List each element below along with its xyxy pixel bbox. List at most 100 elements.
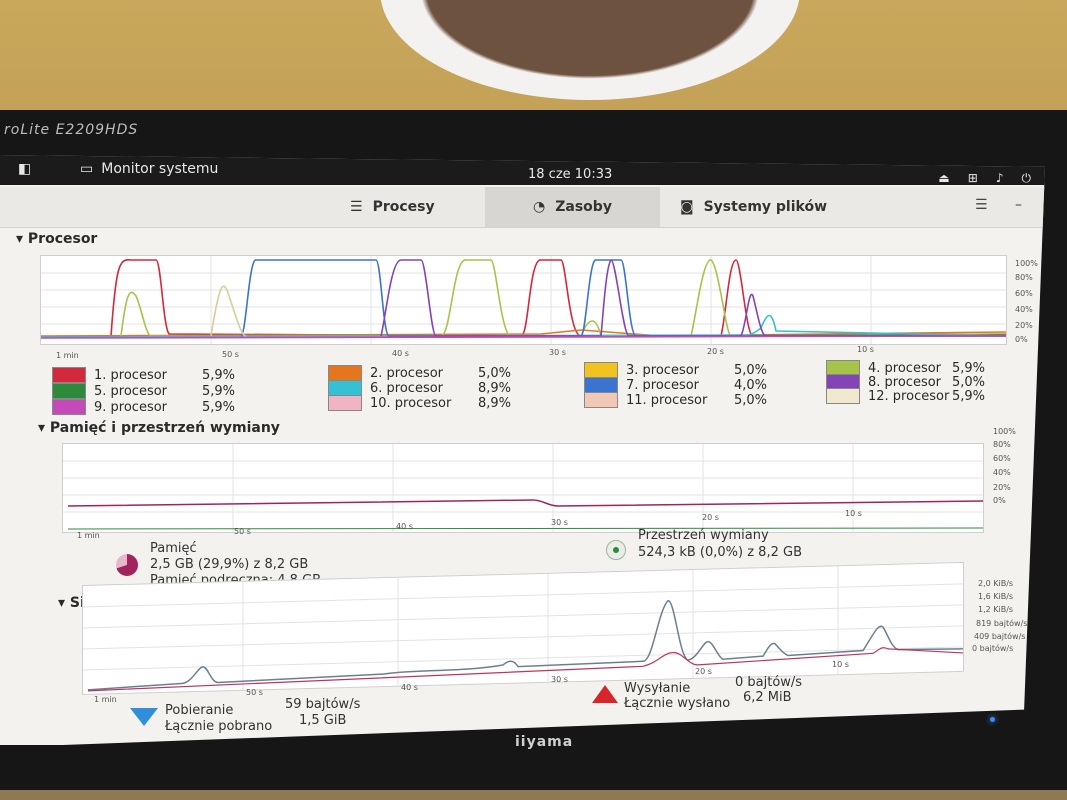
y-tick-label: 0% <box>1015 335 1028 344</box>
y-tick-label: 80% <box>993 440 1011 449</box>
app-title: Monitor systemu <box>101 161 219 177</box>
memory-label: Pamięć <box>150 541 197 556</box>
legend-value: 5,9% <box>952 360 986 376</box>
upload-rate: 0 bajtów/s <box>735 675 803 690</box>
legend-value: 5,0% <box>952 374 986 390</box>
tab-bar: ☰ Procesy ◔ Zasoby ◙ Systemy plików ☰ – … <box>0 187 1045 228</box>
legend-cpu-11[interactable]: 11. procesor 5,0% <box>584 392 767 408</box>
legend-cpu-1[interactable]: 1. procesor 5,9% <box>52 367 235 383</box>
swap-pie-icon[interactable] <box>606 540 626 560</box>
cpu-section-header[interactable]: ▾ Procesor <box>16 231 97 247</box>
x-tick-label: 1 min <box>56 351 79 360</box>
legend-cpu-2[interactable]: 2. procesor 5,0% <box>328 365 511 381</box>
cpu-core-4-line <box>120 259 1007 337</box>
y-tick-label: 0 bajtów/s <box>972 644 1014 653</box>
app-menu[interactable]: ▭ Monitor systemu <box>80 161 218 177</box>
y-tick-label: 1,2 KiB/s <box>978 605 1014 614</box>
x-tick-label: 50 s <box>222 350 239 359</box>
color-swatch[interactable] <box>328 365 362 381</box>
system-tray[interactable]: ⏏ ⊞ ♪ ⏻ <box>938 171 1031 186</box>
legend-label: 9. procesor <box>94 399 168 415</box>
minimize-button[interactable]: – <box>1015 197 1022 213</box>
network-icon[interactable]: ⊞ <box>968 171 978 186</box>
upload-arrow-icon[interactable] <box>592 685 618 703</box>
x-tick-label: 20 s <box>707 347 724 356</box>
cpu-core-1-line <box>110 258 1007 337</box>
legend-cpu-7[interactable]: 7. procesor 4,0% <box>584 377 767 393</box>
color-swatch[interactable] <box>584 392 618 408</box>
list-icon: ☰ <box>350 199 363 215</box>
download-line <box>87 599 964 691</box>
y-tick-label: 80% <box>1015 273 1033 282</box>
network-graph <box>82 561 964 695</box>
ring-light <box>380 0 800 100</box>
memory-title: Pamięć i przestrzeń wymiany <box>49 420 280 436</box>
y-tick-label: 20% <box>993 483 1011 492</box>
clock[interactable]: 18 cze 10:33 <box>528 167 612 182</box>
activities-icon[interactable]: ◧ <box>18 161 31 177</box>
color-swatch[interactable] <box>328 380 362 396</box>
y-tick-label: 0% <box>993 496 1006 505</box>
upload-label: Wysyłanie <box>624 681 691 696</box>
x-tick-label: 40 s <box>396 522 413 531</box>
cpu-core-12-line <box>210 285 247 337</box>
network-graph-svg <box>83 566 964 692</box>
download-values: 59 bajtów/s 1,5 GiB <box>285 697 360 729</box>
legend-value: 5,9% <box>202 383 236 399</box>
upload-total: 6,2 MiB <box>743 690 792 705</box>
swap-value: 524,3 kB (0,0%) z 8,2 GB <box>638 545 802 560</box>
power-icon[interactable]: ⏻ <box>1022 171 1032 186</box>
legend-cpu-12[interactable]: 12. procesor 5,9% <box>826 388 985 404</box>
y-tick-label: 409 bajtów/s <box>974 632 1026 641</box>
legend-value: 5,0% <box>478 365 512 381</box>
y-tick-label: 2,0 KiB/s <box>978 579 1014 588</box>
legend-value: 8,9% <box>478 395 512 411</box>
legend-label: 7. procesor <box>626 377 700 393</box>
tab-resources[interactable]: ◔ Zasoby <box>485 187 660 227</box>
color-swatch[interactable] <box>584 362 618 378</box>
download-label: Pobieranie <box>165 703 234 718</box>
memory-value: 2,5 GB (29,9%) z 8,2 GB <box>150 557 309 572</box>
memory-section-header[interactable]: ▾ Pamięć i przestrzeń wymiany <box>38 420 280 436</box>
disk-icon: ◙ <box>680 199 694 215</box>
collapse-triangle-icon: ▾ <box>58 595 66 611</box>
x-tick-label: 20 s <box>695 667 712 676</box>
y-tick-label: 100% <box>1015 259 1038 268</box>
legend-value: 5,0% <box>734 362 768 378</box>
tab-filesystems[interactable]: ◙ Systemy plików <box>680 187 860 227</box>
tab-processes[interactable]: ☰ Procesy <box>350 187 480 227</box>
x-tick-label: 10 s <box>832 660 849 669</box>
download-arrow-icon[interactable] <box>130 708 158 726</box>
collapse-triangle-icon: ▾ <box>16 231 24 247</box>
memory-pie-icon[interactable] <box>116 554 138 576</box>
legend-value: 4,0% <box>734 377 768 393</box>
x-tick-label: 40 s <box>392 349 409 358</box>
cpu-core-7-line <box>240 259 1006 337</box>
y-tick-label: 1,6 KiB/s <box>978 592 1014 601</box>
y-tick-label: 819 bajtów/s <box>976 619 1028 628</box>
color-swatch[interactable] <box>328 395 362 411</box>
legend-cpu-10[interactable]: 10. procesor 8,9% <box>328 395 511 411</box>
color-swatch[interactable] <box>826 388 860 404</box>
legend-label: 1. procesor <box>94 367 168 383</box>
color-swatch[interactable] <box>52 399 86 415</box>
legend-cpu-3[interactable]: 3. procesor 5,0% <box>584 362 767 378</box>
screen: ◧ ▭ Monitor systemu 18 cze 10:33 ⏏ ⊞ ♪ ⏻… <box>0 155 1045 745</box>
volume-icon[interactable]: ♪ <box>996 171 1004 186</box>
y-tick-label: 40% <box>993 468 1011 477</box>
legend-cpu-6[interactable]: 6. procesor 8,9% <box>328 380 511 396</box>
eject-icon[interactable]: ⏏ <box>938 171 949 186</box>
download-total-label: Łącznie pobrano <box>165 719 273 734</box>
color-swatch[interactable] <box>584 377 618 393</box>
legend-cpu-9[interactable]: 9. procesor 5,9% <box>52 399 235 415</box>
memory-graph <box>62 443 984 533</box>
color-swatch[interactable] <box>52 383 86 399</box>
cpu-graph-svg <box>40 256 1007 344</box>
legend-value: 5,9% <box>202 399 236 415</box>
menu-icon[interactable]: ☰ <box>975 197 988 213</box>
gauge-icon: ◔ <box>533 199 546 215</box>
color-swatch[interactable] <box>52 367 86 383</box>
tab-label: Zasoby <box>555 199 612 215</box>
legend-cpu-5[interactable]: 5. procesor 5,9% <box>52 383 235 399</box>
upload-total-label: Łącznie wysłano <box>624 696 731 711</box>
